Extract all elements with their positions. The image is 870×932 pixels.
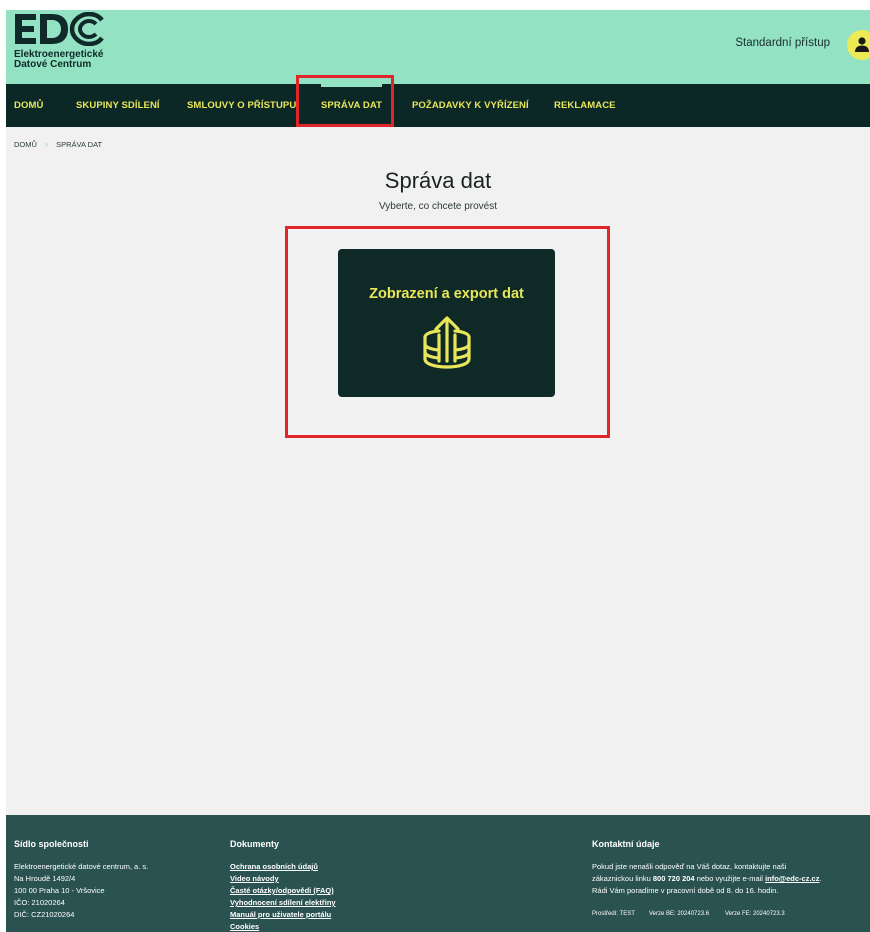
footer-contact-heading: Kontaktní údaje [592,839,660,849]
footer-contact-line: Rádi Vám poradíme v pracovní době od 8. … [592,886,779,895]
footer-link-sharing-evaluation[interactable]: Vyhodnocení sdílení elektřiny [230,897,336,908]
footer-company-line: DIČ: CZ21020264 [14,910,75,919]
app-window: Elektroenergetické Datové Centrum Standa… [6,10,870,932]
main-navigation: DOMŮ SKUPINY SDÍLENÍ SMLOUVY O PŘÍSTUPU … [6,84,870,127]
footer-link-privacy[interactable]: Ochrana osobních údajů [230,861,318,872]
footer-contact-line: Pokud jste nenašli odpověď na Váš dotaz,… [592,862,787,871]
nav-item-data-management[interactable]: SPRÁVA DAT [317,84,386,127]
database-export-icon [423,316,471,369]
active-tab-indicator [321,84,382,87]
footer-contact-text: nebo využijte e-mail [696,874,763,883]
footer-contact-line: zákaznickou linku 800 720 204 nebo využi… [592,873,822,884]
nav-item-label: SKUPINY SDÍLENÍ [76,100,160,111]
edc-logo[interactable]: Elektroenergetické Datové Centrum [14,12,124,72]
footer-company-line: Na Hroudě 1492/4 [14,874,76,883]
footer-environment: Prostředí: TEST [592,911,635,917]
nav-item-access-contracts[interactable]: SMLOUVY O PŘÍSTUPU [187,84,296,127]
footer: Sídlo společnosti Elektroenergetické dat… [6,815,870,932]
nav-item-sharing-groups[interactable]: SKUPINY SDÍLENÍ [76,84,160,127]
view-export-data-card[interactable]: Zobrazení a export dat [338,249,555,397]
footer-version-fe: Verze FE: 20240723.3 [725,911,785,917]
nav-item-label: DOMŮ [14,100,44,111]
page-title: Správa dat [384,168,492,193]
nav-item-pending-requests[interactable]: POŽADAVKY K VYŘÍZENÍ [412,84,529,127]
nav-item-home[interactable]: DOMŮ [14,84,43,127]
footer-company-line: IČO: 21020264 [14,898,65,907]
footer-phone: 800 720 204 [652,874,695,883]
footer-company-line: Elektroenergetické datové centrum, a. s. [14,862,149,871]
access-level-label: Standardní přístup [735,37,830,49]
footer-link-user-manual[interactable]: Manuál pro uživatele portálu [230,909,331,920]
top-header: Elektroenergetické Datové Centrum Standa… [6,10,870,84]
nav-item-label: SMLOUVY O PŘÍSTUPU [187,100,297,111]
footer-contact-text: zákaznickou linku [592,874,651,883]
footer-contact-text: . [819,874,822,883]
edc-logo-mark [15,12,104,46]
footer-link-cookies[interactable]: Cookies [230,921,259,932]
card-title: Zobrazení a export dat [369,286,524,302]
user-avatar-button[interactable] [847,30,870,60]
breadcrumb-current: SPRÁVA DAT [56,140,103,149]
nav-item-label: POŽADAVKY K VYŘÍZENÍ [412,100,529,111]
chevron-right-icon: › [45,139,49,149]
breadcrumb-home-link[interactable]: DOMŮ [14,140,37,149]
page-subtitle: Vyberte, co chcete provést [378,201,498,212]
footer-email-link[interactable]: info@edc-cz.cz [765,874,819,883]
footer-link-faq[interactable]: Časté otázky/odpovědi (FAQ) [230,885,334,896]
footer-company-heading: Sídlo společnosti [14,839,89,849]
nav-item-label: REKLAMACE [554,100,616,111]
logo-text-line2: Datové Centrum [14,59,92,70]
footer-version-be: Verze BE: 20240723.6 [649,911,710,917]
footer-documents-heading: Dokumenty [230,839,280,849]
nav-item-complaints[interactable]: REKLAMACE [554,84,616,127]
nav-item-label: SPRÁVA DAT [321,100,382,111]
footer-company-line: 100 00 Praha 10 - Vršovice [14,886,105,895]
user-icon [855,37,869,52]
breadcrumb: DOMŮ › SPRÁVA DAT [14,139,102,149]
footer-link-video-guides[interactable]: Video návody [230,873,279,884]
